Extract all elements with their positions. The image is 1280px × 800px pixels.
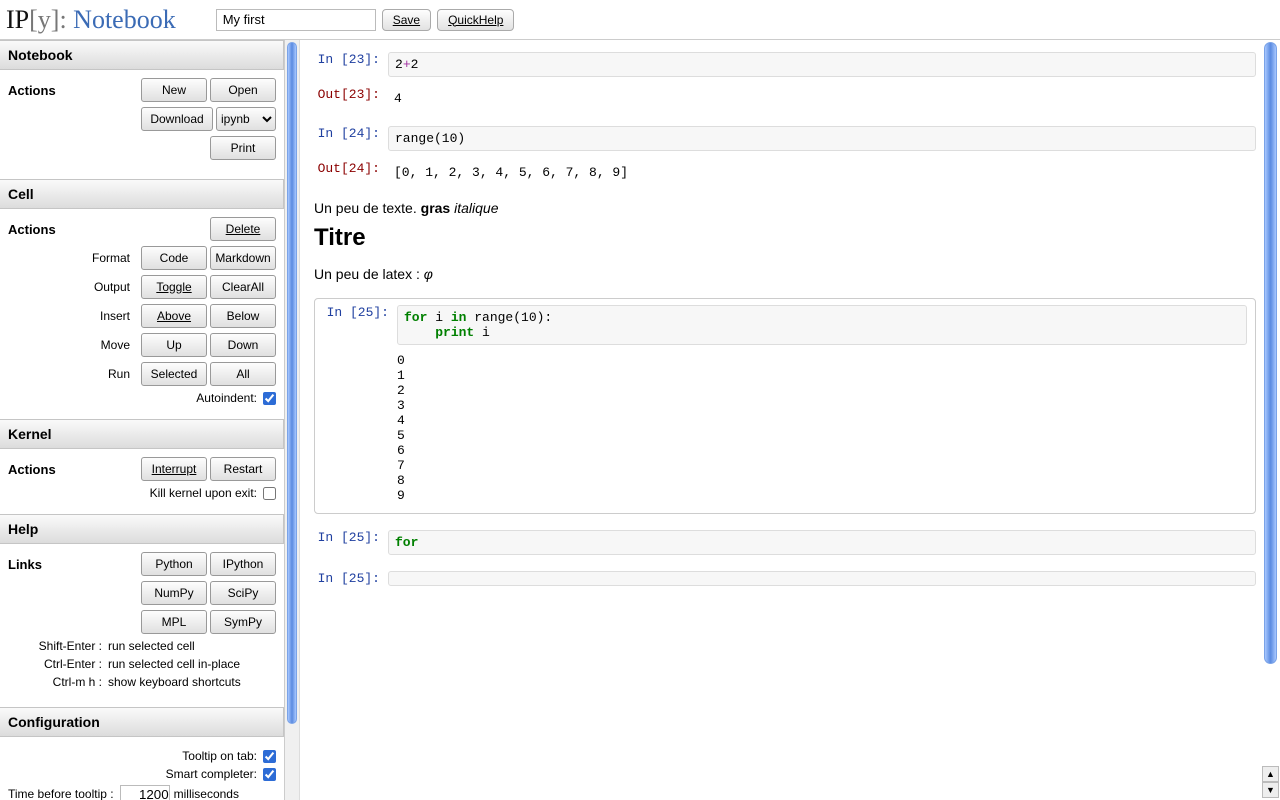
logo-y: [y]: — [29, 5, 67, 34]
markdown-text: Un peu de texte. gras italique — [314, 200, 1256, 216]
smart-completer-checkbox[interactable] — [263, 768, 276, 781]
kernel-actions-label: Actions — [8, 462, 56, 477]
markdown-text: Un peu de latex : φ — [314, 266, 1256, 282]
code-input[interactable]: for — [388, 530, 1256, 555]
numpy-link[interactable]: NumPy — [141, 581, 207, 605]
code-cell-active[interactable]: In [25]: for i in range(10): print i 0 1… — [314, 298, 1256, 514]
save-button[interactable]: Save — [382, 9, 431, 31]
tooltip-time-input[interactable] — [120, 785, 170, 800]
sidebar: Notebook Actions New Open Download ipynb… — [0, 40, 300, 800]
code-input[interactable]: 2+2 — [388, 52, 1256, 77]
help-links-label: Links — [8, 557, 42, 572]
in-prompt: In [24]: — [314, 126, 388, 151]
selected-button[interactable]: Selected — [141, 362, 207, 386]
run-label: Run — [108, 367, 138, 381]
logo-ip: IP — [6, 5, 29, 34]
code-cell: In [25]: — [314, 571, 1256, 586]
code-input[interactable] — [388, 571, 1256, 586]
logo: IP[y]: Notebook — [6, 5, 216, 35]
content-scrollbar[interactable]: ▲ ▼ — [1264, 42, 1277, 798]
code-cell: In [23]: 2+2 Out[23]: 4 — [314, 52, 1256, 110]
delete-button[interactable]: Delete — [210, 217, 276, 241]
markdown-heading: Titre — [314, 224, 1256, 252]
tooltip-time-label-post: milliseconds — [174, 787, 239, 800]
code-input[interactable]: range(10) — [388, 126, 1256, 151]
out-prompt: Out[24]: — [314, 161, 388, 184]
markdown-button[interactable]: Markdown — [210, 246, 276, 270]
insert-label: Insert — [100, 309, 138, 323]
down-button[interactable]: Down — [210, 333, 276, 357]
format-label: Format — [92, 251, 138, 265]
print-button[interactable]: Print — [210, 136, 276, 160]
open-button[interactable]: Open — [210, 78, 276, 102]
section-notebook-header[interactable]: Notebook — [0, 40, 284, 70]
code-cell: In [24]: range(10) Out[24]: [0, 1, 2, 3,… — [314, 126, 1256, 184]
hint3-key: Ctrl-m h : — [8, 675, 108, 689]
download-format-select[interactable]: ipynb — [216, 107, 276, 131]
quickhelp-button[interactable]: QuickHelp — [437, 9, 514, 31]
all-button[interactable]: All — [210, 362, 276, 386]
notebook-content: In [23]: 2+2 Out[23]: 4 In [24]: range(1… — [300, 40, 1280, 800]
code-cell: In [25]: for — [314, 530, 1256, 555]
ipython-link[interactable]: IPython — [210, 552, 276, 576]
clearall-button[interactable]: ClearAll — [210, 275, 276, 299]
mpl-link[interactable]: MPL — [141, 610, 207, 634]
section-config-header[interactable]: Configuration — [0, 707, 284, 737]
topbar: IP[y]: Notebook Save QuickHelp — [0, 0, 1280, 40]
autoindent-checkbox[interactable] — [263, 392, 276, 405]
hint1-key: Shift-Enter : — [8, 639, 108, 653]
in-prompt: In [23]: — [314, 52, 388, 77]
scroll-up-icon[interactable]: ▲ — [1262, 766, 1279, 782]
smart-completer-label: Smart completer: — [166, 767, 257, 781]
hint3-desc: show keyboard shortcuts — [108, 675, 276, 689]
hint2-key: Ctrl-Enter : — [8, 657, 108, 671]
in-prompt: In [25]: — [314, 571, 388, 586]
restart-button[interactable]: Restart — [210, 457, 276, 481]
logo-notebook: Notebook — [67, 5, 176, 34]
notebook-actions-label: Actions — [8, 83, 56, 98]
code-input[interactable]: for i in range(10): print i — [397, 305, 1247, 345]
notebook-name-input[interactable] — [216, 9, 376, 31]
section-help-header[interactable]: Help — [0, 514, 284, 544]
output-text: 4 — [388, 87, 1256, 110]
kill-kernel-checkbox[interactable] — [263, 487, 276, 500]
hint1-desc: run selected cell — [108, 639, 276, 653]
interrupt-button[interactable]: Interrupt — [141, 457, 207, 481]
sympy-link[interactable]: SymPy — [210, 610, 276, 634]
autoindent-label: Autoindent: — [196, 391, 257, 405]
hint2-desc: run selected cell in-place — [108, 657, 276, 671]
scroll-down-icon[interactable]: ▼ — [1262, 782, 1279, 798]
up-button[interactable]: Up — [141, 333, 207, 357]
new-button[interactable]: New — [141, 78, 207, 102]
code-button[interactable]: Code — [141, 246, 207, 270]
toggle-button[interactable]: Toggle — [141, 275, 207, 299]
output-text: [0, 1, 2, 3, 4, 5, 6, 7, 8, 9] — [388, 161, 1256, 184]
out-prompt: Out[23]: — [314, 87, 388, 110]
cell-actions-label: Actions — [8, 222, 56, 237]
output-label: Output — [94, 280, 138, 294]
section-kernel-header[interactable]: Kernel — [0, 419, 284, 449]
tooltip-time-label-pre: Time before tooltip : — [8, 787, 114, 800]
download-button[interactable]: Download — [141, 107, 213, 131]
stream-output: 0 1 2 3 4 5 6 7 8 9 — [323, 345, 1247, 503]
move-label: Move — [101, 338, 138, 352]
markdown-cell[interactable]: Un peu de texte. gras italique Titre Un … — [314, 200, 1256, 282]
above-button[interactable]: Above — [141, 304, 207, 328]
sidebar-scrollbar[interactable] — [284, 40, 299, 800]
section-cell-header[interactable]: Cell — [0, 179, 284, 209]
tooltip-tab-checkbox[interactable] — [263, 750, 276, 763]
in-prompt: In [25]: — [314, 530, 388, 555]
below-button[interactable]: Below — [210, 304, 276, 328]
scipy-link[interactable]: SciPy — [210, 581, 276, 605]
tooltip-tab-label: Tooltip on tab: — [182, 749, 257, 763]
in-prompt: In [25]: — [323, 305, 397, 345]
kill-kernel-label: Kill kernel upon exit: — [150, 486, 257, 500]
python-link[interactable]: Python — [141, 552, 207, 576]
